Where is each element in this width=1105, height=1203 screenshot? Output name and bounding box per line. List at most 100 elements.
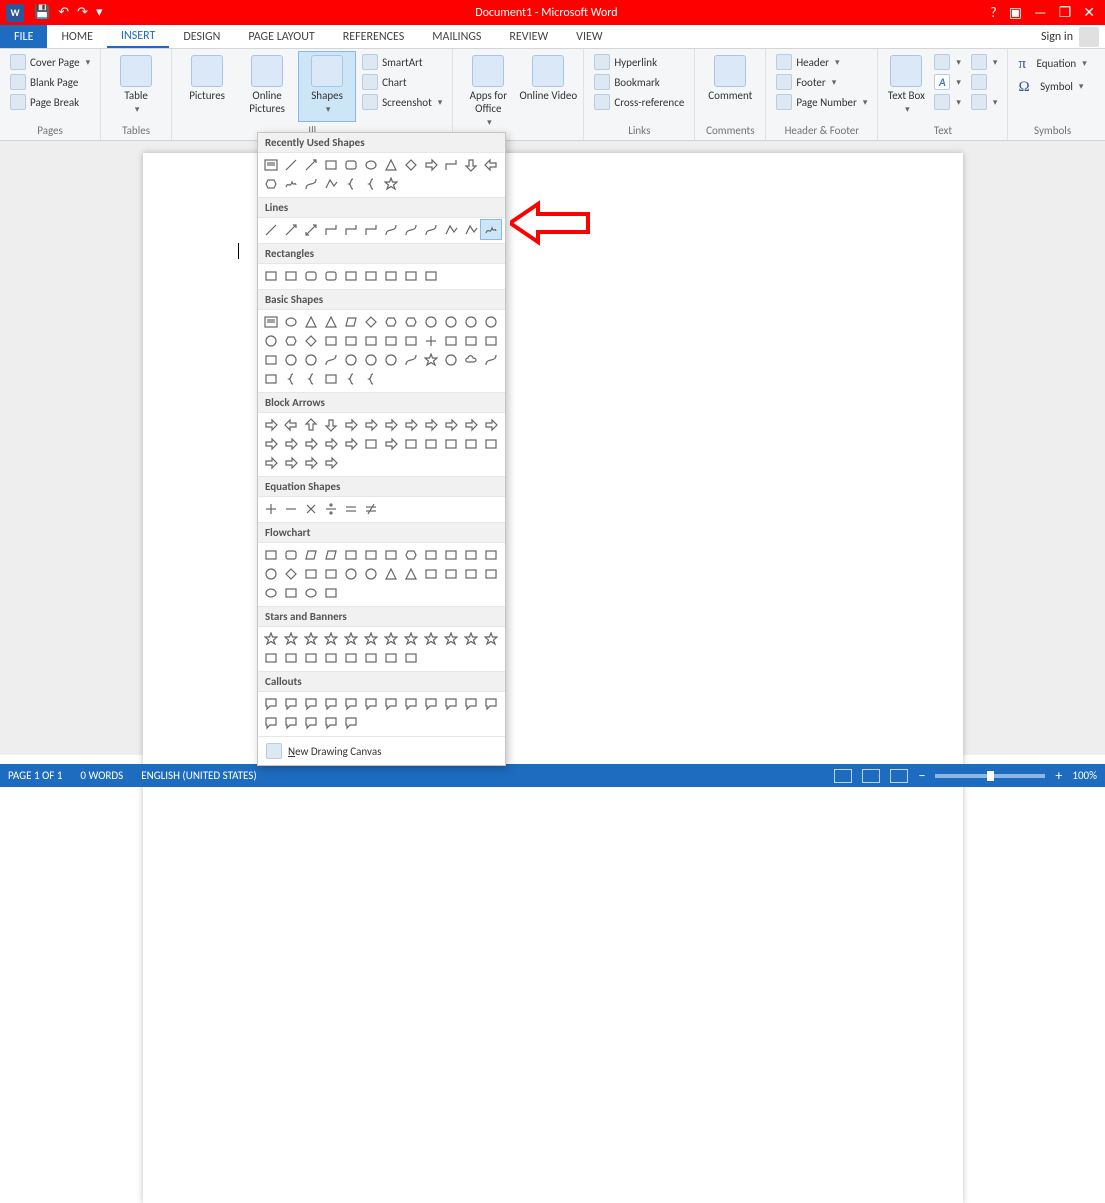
shape-arrow20[interactable] xyxy=(421,434,441,453)
shape-freeform[interactable] xyxy=(321,174,341,193)
shape-basic2[interactable] xyxy=(301,312,321,331)
shape-div[interactable] xyxy=(321,499,341,518)
shape-arrow7[interactable] xyxy=(401,415,421,434)
shape-basic15[interactable] xyxy=(321,331,341,350)
zoom-level[interactable]: 100% xyxy=(1072,769,1097,782)
shape-basic28[interactable] xyxy=(341,350,361,369)
shape-rect[interactable] xyxy=(321,155,341,174)
status-page[interactable]: PAGE 1 OF 1 xyxy=(8,769,62,782)
shape-flow23[interactable] xyxy=(481,564,501,583)
shape-arrow21[interactable] xyxy=(441,434,461,453)
shape-star6[interactable] xyxy=(381,629,401,648)
shape-line-arrow1[interactable] xyxy=(281,220,301,239)
shape-rect2[interactable] xyxy=(301,266,321,285)
shape-line[interactable] xyxy=(281,155,301,174)
shape-basic27[interactable] xyxy=(321,350,341,369)
shape-arrow-r[interactable] xyxy=(421,155,441,174)
shape-rect0[interactable] xyxy=(261,266,281,285)
shape-basic32[interactable] xyxy=(421,350,441,369)
shape-line-dbl[interactable] xyxy=(301,220,321,239)
shapes-button[interactable]: Shapes▾ xyxy=(298,51,356,122)
quick-parts-button[interactable]: ▾ xyxy=(930,53,965,71)
shape-neq[interactable] xyxy=(361,499,381,518)
smartart-button[interactable]: SmartArt xyxy=(358,53,446,71)
shape-callout3[interactable] xyxy=(321,694,341,713)
tab-design[interactable]: DESIGN xyxy=(169,25,234,48)
qat-save-icon[interactable]: 💾 xyxy=(34,5,50,20)
shape-star17[interactable] xyxy=(361,648,381,667)
shape-arrow13[interactable] xyxy=(281,434,301,453)
shape-arrow22[interactable] xyxy=(461,434,481,453)
zoom-out-button[interactable]: − xyxy=(918,767,925,784)
shape-arrow17[interactable] xyxy=(361,434,381,453)
shape-star2[interactable] xyxy=(301,629,321,648)
shape-arrow4[interactable] xyxy=(341,415,361,434)
shape-star11[interactable] xyxy=(481,629,501,648)
shape-brace-r[interactable] xyxy=(361,174,381,193)
shape-basic1[interactable] xyxy=(281,312,301,331)
shape-elbow1[interactable] xyxy=(321,220,341,239)
shape-rect3[interactable] xyxy=(321,266,341,285)
shape-basic18[interactable] xyxy=(381,331,401,350)
shape-star3[interactable] xyxy=(321,629,341,648)
comment-button[interactable]: Comment xyxy=(701,51,759,122)
page-break-button[interactable]: Page Break xyxy=(6,93,94,111)
shape-star5[interactable] xyxy=(361,629,381,648)
shape-star14[interactable] xyxy=(301,648,321,667)
status-words[interactable]: 0 WORDS xyxy=(80,769,123,782)
shape-star8[interactable] xyxy=(421,629,441,648)
blank-page-button[interactable]: Blank Page xyxy=(6,73,94,91)
shape-scribble2[interactable] xyxy=(281,174,301,193)
shape-arrow27[interactable] xyxy=(321,453,341,472)
shape-arrow2[interactable] xyxy=(301,415,321,434)
shape-arrow16[interactable] xyxy=(341,434,361,453)
shape-eq[interactable] xyxy=(341,499,361,518)
shape-star7[interactable] xyxy=(401,629,421,648)
view-print-layout-button[interactable] xyxy=(862,769,880,783)
shape-basic41[interactable] xyxy=(361,369,381,388)
shape-basic20[interactable] xyxy=(421,331,441,350)
signin-link[interactable]: Sign in xyxy=(1041,30,1073,44)
shape-brace-l[interactable] xyxy=(341,174,361,193)
view-read-mode-button[interactable] xyxy=(834,769,852,783)
shape-callout15[interactable] xyxy=(321,713,341,732)
shape-star9[interactable] xyxy=(441,629,461,648)
shape-basic29[interactable] xyxy=(361,350,381,369)
shape-flow11[interactable] xyxy=(481,545,501,564)
cover-page-button[interactable]: Cover Page▾ xyxy=(6,53,94,71)
shape-rect5[interactable] xyxy=(361,266,381,285)
shape-basic22[interactable] xyxy=(461,331,481,350)
shape-basic24[interactable] xyxy=(261,350,281,369)
shape-star19[interactable] xyxy=(401,648,421,667)
shape-basic36[interactable] xyxy=(261,369,281,388)
shape-basic16[interactable] xyxy=(341,331,361,350)
shape-arrow25[interactable] xyxy=(281,453,301,472)
signature-line-button[interactable]: ▾ xyxy=(967,53,1002,71)
zoom-slider[interactable] xyxy=(935,774,1045,778)
shape-arrow1[interactable] xyxy=(281,415,301,434)
shape-basic0[interactable] xyxy=(261,312,281,331)
shape-basic25[interactable] xyxy=(281,350,301,369)
shape-callout10[interactable] xyxy=(461,694,481,713)
object-button[interactable]: ▾ xyxy=(967,93,1002,111)
shape-flow17[interactable] xyxy=(361,564,381,583)
shape-arrow9[interactable] xyxy=(441,415,461,434)
shape-callout11[interactable] xyxy=(481,694,501,713)
tab-view[interactable]: VIEW xyxy=(562,25,616,48)
shape-ellipse[interactable] xyxy=(361,155,381,174)
shape-basic14[interactable] xyxy=(301,331,321,350)
shape-callout16[interactable] xyxy=(341,713,361,732)
shape-flow5[interactable] xyxy=(361,545,381,564)
shape-flow8[interactable] xyxy=(421,545,441,564)
close-button[interactable]: ✕ xyxy=(1083,4,1095,21)
shape-flow21[interactable] xyxy=(441,564,461,583)
equation-button[interactable]: π Equation▾ xyxy=(1014,53,1090,74)
online-pictures-button[interactable]: Online Pictures xyxy=(238,51,296,122)
shape-elbow-dbl[interactable] xyxy=(361,220,381,239)
shape-basic40[interactable] xyxy=(341,369,361,388)
shape-star13[interactable] xyxy=(281,648,301,667)
shape-rect4[interactable] xyxy=(341,266,361,285)
shape-callout12[interactable] xyxy=(261,713,281,732)
shape-basic19[interactable] xyxy=(401,331,421,350)
shape-flow27[interactable] xyxy=(321,583,341,602)
